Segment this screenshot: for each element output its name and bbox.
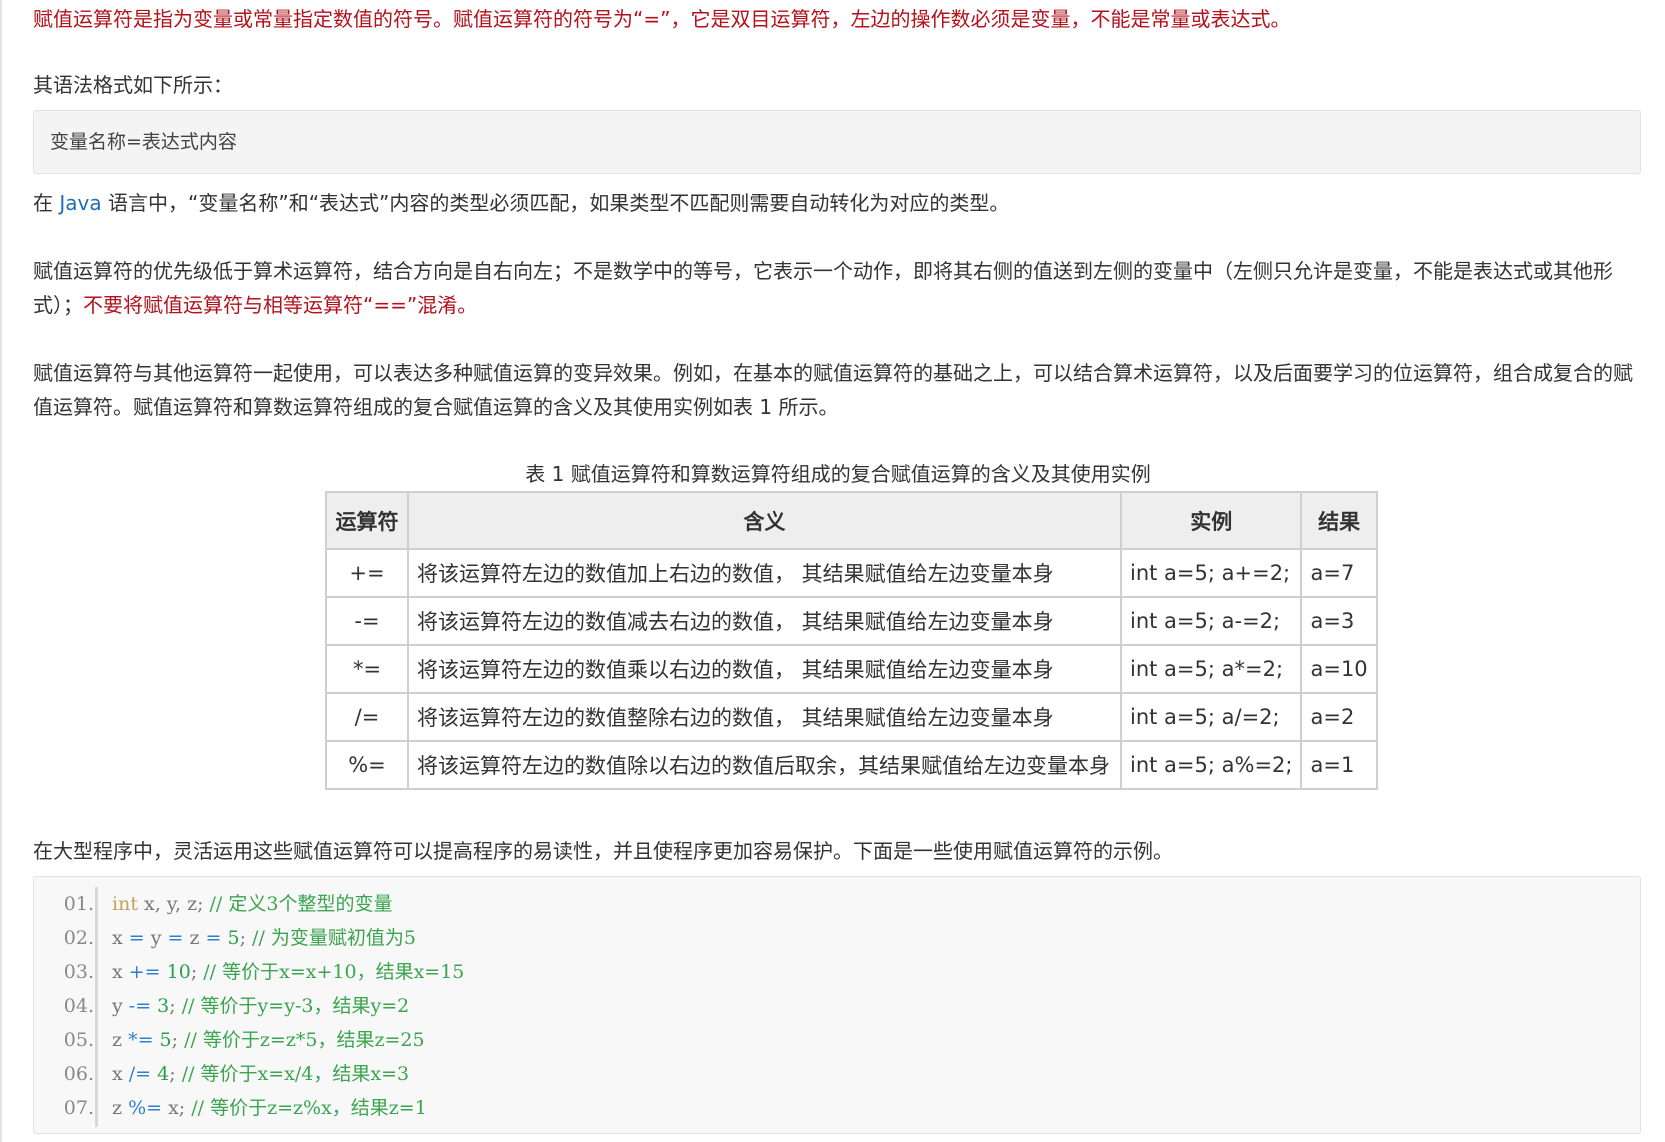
code-line: 06. x /= 4; // 等价于x=x/4，结果x=3 — [34, 1057, 409, 1091]
code-text: x, y, z; — [137, 893, 210, 915]
para3-prefix: 在 — [33, 191, 60, 215]
code-comment: // 等价于z=z*5，结果z=25 — [184, 1029, 425, 1051]
code-text: x — [112, 927, 129, 949]
code-line: 05. z *= 5; // 等价于z=z*5，结果z=25 — [34, 1023, 425, 1057]
code-text: z — [183, 927, 206, 949]
cell-meaning: 将该运算符左边的数值加上右边的数值， 其结果赋值给左边变量本身 — [407, 548, 1122, 598]
line-number: 07. — [63, 1097, 94, 1119]
code-comment: // 等价于z=z%x，结果z=1 — [191, 1097, 427, 1119]
cell-result: a=7 — [1300, 548, 1378, 598]
para4-warning: 不要将赋值运算符与相等运算符“==”混淆。 — [83, 293, 478, 317]
table-row: *= 将该运算符左边的数值乘以右边的数值， 其结果赋值给左边变量本身 int a… — [325, 644, 1378, 694]
line-number: 04. — [63, 995, 94, 1017]
code-line: 07. z %= x; // 等价于z=z%x，结果z=1 — [34, 1091, 427, 1125]
table-row: += 将该运算符左边的数值加上右边的数值， 其结果赋值给左边变量本身 int a… — [325, 548, 1378, 598]
cell-example: int a=5; a*=2; — [1119, 644, 1303, 694]
cell-result: a=10 — [1300, 644, 1378, 694]
code-operator: = — [128, 927, 145, 949]
examples-intro: 在大型程序中，灵活运用这些赋值运算符可以提高程序的易读性，并且使程序更加容易保护… — [33, 839, 1173, 863]
table-header-row: 运算符 含义 实例 结果 — [325, 491, 1378, 550]
code-text: x; — [162, 1097, 192, 1119]
header-result: 结果 — [1300, 491, 1378, 550]
cell-meaning: 将该运算符左边的数值除以右边的数值后取余，其结果赋值给左边变量本身 — [407, 740, 1122, 790]
code-text: ; — [239, 927, 253, 949]
code-operator: = — [205, 927, 222, 949]
cell-meaning: 将该运算符左边的数值减去右边的数值， 其结果赋值给左边变量本身 — [407, 596, 1122, 646]
cell-example: int a=5; a/=2; — [1119, 692, 1303, 742]
code-text: ; — [169, 995, 182, 1017]
operator-table: 运算符 含义 实例 结果 += 将该运算符左边的数值加上右边的数值， 其结果赋值… — [325, 491, 1378, 790]
cell-operator: /= — [325, 692, 409, 742]
code-text: x — [112, 1063, 129, 1085]
code-comment: // 为变量赋初值为5 — [252, 927, 416, 949]
code-number: 5 — [221, 927, 240, 949]
code-number: 10 — [160, 961, 191, 983]
code-text: ; — [169, 1063, 182, 1085]
para3-suffix: 语言中，“变量名称”和“表达式”内容的类型必须匹配，如果类型不匹配则需要自动转化… — [101, 191, 1010, 215]
code-text: y — [112, 995, 129, 1017]
code-operator: %= — [128, 1097, 163, 1119]
cell-operator: %= — [325, 740, 409, 790]
syntax-block: 变量名称=表达式内容 — [33, 110, 1641, 174]
code-block: 01. int x, y, z; // 定义3个整型的变量 02. x = y = … — [33, 876, 1641, 1134]
code-text: x — [112, 961, 129, 983]
cell-example: int a=5; a%=2; — [1119, 740, 1303, 790]
cell-example: int a=5; a+=2; — [1119, 548, 1303, 598]
line-number: 06. — [63, 1063, 94, 1085]
code-line: 02. x = y = z = 5; // 为变量赋初值为5 — [34, 921, 416, 955]
code-operator: /= — [128, 1063, 152, 1085]
code-number: 3 — [151, 995, 170, 1017]
code-text: y — [144, 927, 168, 949]
line-number: 05. — [63, 1029, 94, 1051]
cell-operator: *= — [325, 644, 409, 694]
header-meaning: 含义 — [407, 491, 1122, 550]
code-comment: // 定义3个整型的变量 — [209, 893, 393, 915]
code-operator: += — [128, 961, 161, 983]
table-row: -= 将该运算符左边的数值减去右边的数值， 其结果赋值给左边变量本身 int a… — [325, 596, 1378, 646]
line-number: 03. — [63, 961, 94, 983]
code-operator: -= — [128, 995, 152, 1017]
cell-result: a=3 — [1300, 596, 1378, 646]
code-keyword: int — [112, 893, 138, 915]
cell-result: a=1 — [1300, 740, 1378, 790]
code-text: z — [112, 1097, 129, 1119]
code-line: 01. int x, y, z; // 定义3个整型的变量 — [34, 887, 393, 921]
code-number: 5 — [153, 1029, 172, 1051]
code-line: 03. x += 10; // 等价于x=x+10，结果x=15 — [34, 955, 465, 989]
cell-result: a=2 — [1300, 692, 1378, 742]
code-comment: // 等价于x=x+10，结果x=15 — [203, 961, 465, 983]
type-match-paragraph: 在 Java 语言中，“变量名称”和“表达式”内容的类型必须匹配，如果类型不匹配… — [33, 186, 1009, 220]
left-border — [0, 0, 2, 1142]
table-row: /= 将该运算符左边的数值整除右边的数值， 其结果赋值给左边变量本身 int a… — [325, 692, 1378, 742]
code-operator: *= — [128, 1029, 154, 1051]
table-row: %= 将该运算符左边的数值除以右边的数值后取余，其结果赋值给左边变量本身 int… — [325, 740, 1378, 790]
code-text: ; — [190, 961, 204, 983]
code-line: 04. y -= 3; // 等价于y=y-3，结果y=2 — [34, 989, 409, 1023]
precedence-paragraph: 赋值运算符的优先级低于算术运算符，结合方向是自右向左；不是数学中的等号，它表示一… — [33, 254, 1643, 322]
cell-meaning: 将该运算符左边的数值乘以右边的数值， 其结果赋值给左边变量本身 — [407, 644, 1122, 694]
cell-operator: += — [325, 548, 409, 598]
code-text: z — [112, 1029, 129, 1051]
compound-paragraph: 赋值运算符与其他运算符一起使用，可以表达多种赋值运算的变异效果。例如，在基本的赋… — [33, 361, 1633, 419]
header-example: 实例 — [1119, 491, 1303, 550]
table-caption: 表 1 赋值运算符和算数运算符组成的复合赋值运算的含义及其使用实例 — [525, 462, 1151, 486]
syntax-intro: 其语法格式如下所示： — [33, 73, 233, 97]
header-operator: 运算符 — [325, 491, 409, 550]
cell-meaning: 将该运算符左边的数值整除右边的数值， 其结果赋值给左边变量本身 — [407, 692, 1122, 742]
page: 赋值运算符是指为变量或常量指定数值的符号。赋值运算符的符号为“=”，它是双目运算… — [0, 0, 1665, 1142]
code-operator: = — [167, 927, 184, 949]
code-text: ; — [171, 1029, 185, 1051]
line-number: 02. — [63, 927, 94, 949]
intro-paragraph: 赋值运算符是指为变量或常量指定数值的符号。赋值运算符的符号为“=”，它是双目运算… — [33, 7, 1291, 31]
code-comment: // 等价于y=y-3，结果y=2 — [181, 995, 410, 1017]
code-comment: // 等价于x=x/4，结果x=3 — [181, 1063, 410, 1085]
cell-operator: -= — [325, 596, 409, 646]
line-number: 01. — [63, 893, 94, 915]
java-link[interactable]: Java — [59, 191, 101, 215]
cell-example: int a=5; a-=2; — [1119, 596, 1303, 646]
code-number: 4 — [151, 1063, 170, 1085]
